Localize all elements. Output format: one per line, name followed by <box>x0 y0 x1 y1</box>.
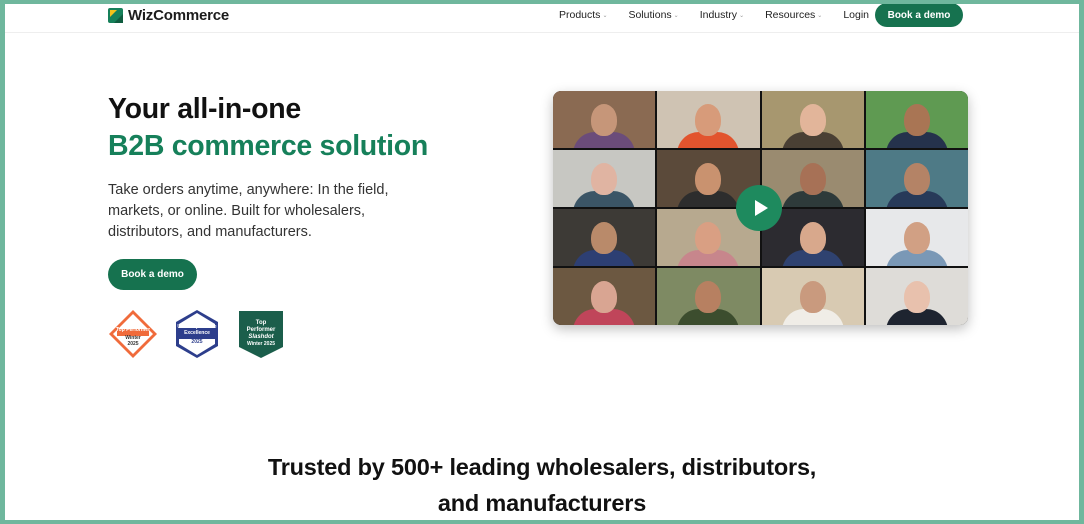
logo-text: WizCommerce <box>128 7 230 24</box>
video-participant-tile <box>865 150 968 207</box>
nav-item-label: Solutions <box>628 9 672 21</box>
video-participant-tile <box>553 150 656 207</box>
badge-line: 2025 <box>191 338 203 345</box>
badge-line: Slashdot <box>248 334 274 340</box>
participant-head <box>903 221 930 254</box>
hero-title-line1: Your all-in-one <box>108 93 301 125</box>
badge-line: Top <box>255 320 267 326</box>
video-participant-tile <box>553 268 656 325</box>
badge-line: Top Performer <box>115 327 151 333</box>
play-icon <box>754 200 768 216</box>
chevron-down-icon: ⌄ <box>673 12 679 19</box>
participant-head <box>695 103 722 136</box>
trusted-line2: and manufacturers <box>437 490 647 516</box>
video-participant-tile <box>657 268 760 325</box>
badge-line: Performer <box>246 327 276 333</box>
slashdot-top-performer-badge: Top Performer Slashdot Winter 2025 <box>236 309 286 359</box>
page: WizCommerce Products ⌄ Solutions ⌄ Indus… <box>5 4 1079 520</box>
play-video-button[interactable] <box>736 185 782 231</box>
video-participant-tile <box>865 91 968 148</box>
participant-head <box>903 103 930 136</box>
participant-head <box>903 162 930 195</box>
g2-top-performer-badge: Top Performer Winter 2025 <box>108 309 158 359</box>
participant-head <box>799 221 826 254</box>
participant-head <box>695 221 722 254</box>
nav-item-label: Products <box>559 9 601 21</box>
nav-item-products[interactable]: Products ⌄ <box>559 9 607 21</box>
participant-head <box>799 103 826 136</box>
wizcommerce-logo-icon <box>108 8 123 23</box>
video-participant-tile <box>553 91 656 148</box>
badge-line: Excellence <box>184 329 210 336</box>
badge-line: User Experience <box>177 323 217 330</box>
logo[interactable]: WizCommerce <box>108 7 229 24</box>
participant-head <box>695 162 722 195</box>
nav-book-demo-button[interactable]: Book a demo <box>875 4 963 27</box>
video-participant-tile <box>761 91 864 148</box>
top-nav: WizCommerce Products ⌄ Solutions ⌄ Indus… <box>5 4 1079 33</box>
video-participant-tile <box>657 91 760 148</box>
nav-item-resources[interactable]: Resources ⌄ <box>765 9 822 21</box>
hero-book-demo-button[interactable]: Book a demo <box>108 259 197 290</box>
participant-head <box>591 221 618 254</box>
participant-head <box>799 162 826 195</box>
participant-head <box>903 280 930 313</box>
chevron-down-icon: ⌄ <box>817 12 823 19</box>
participant-head <box>799 280 826 313</box>
nav-item-label: Login <box>843 9 870 21</box>
nav-item-solutions[interactable]: Solutions ⌄ <box>628 9 678 21</box>
trusted-heading: Trusted by 500+ leading wholesalers, dis… <box>5 449 1079 520</box>
award-badges: Top Performer Winter 2025 User Experienc… <box>108 309 286 359</box>
nav-item-industry[interactable]: Industry ⌄ <box>700 9 744 21</box>
participant-head <box>591 280 618 313</box>
video-participant-tile <box>553 209 656 266</box>
video-participant-tile <box>865 209 968 266</box>
participant-head <box>591 103 618 136</box>
trusted-line1: Trusted by 500+ leading wholesalers, dis… <box>267 454 817 480</box>
nav-links: Products ⌄ Solutions ⌄ Industry ⌄ Resour… <box>559 9 869 21</box>
badge-line: Winter 2025 <box>246 341 276 347</box>
nav-item-login[interactable]: Login <box>843 9 869 21</box>
hero-description: Take orders anytime, anywhere: In the fi… <box>108 182 389 240</box>
participant-head <box>695 280 722 313</box>
nav-item-label: Resources <box>765 9 816 21</box>
video-participant-tile <box>761 268 864 325</box>
video-participant-tile <box>865 268 968 325</box>
chevron-down-icon: ⌄ <box>602 12 608 19</box>
softwarereviews-ux-excellence-badge: User Experience Excellence 2025 <box>172 309 222 359</box>
nav-item-label: Industry <box>699 9 738 21</box>
badge-line: 2025 <box>127 341 139 347</box>
participant-head <box>591 162 618 195</box>
chevron-down-icon: ⌄ <box>739 12 745 19</box>
hero-title-line2: B2B commerce solution <box>108 130 428 162</box>
